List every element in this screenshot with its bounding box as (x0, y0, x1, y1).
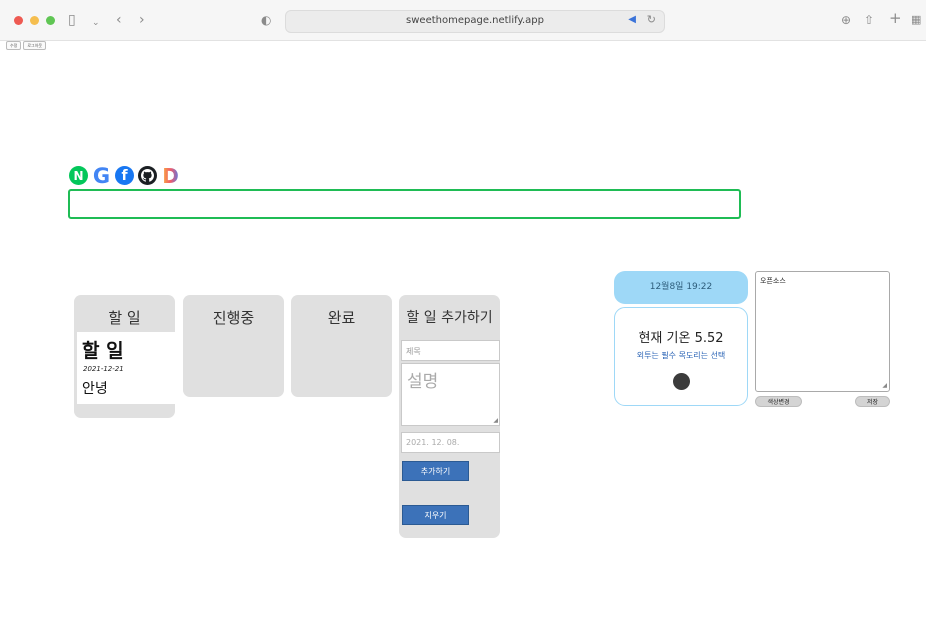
todo-column-title: 할 일 (108, 309, 141, 327)
add-todo-panel: 할 일 추가하기 제목 설명 ◢ 2021. 12. 08. 추가하기 지우기 (399, 295, 500, 538)
todo-card[interactable]: 할 일 2021-12-21 안녕 (77, 332, 175, 404)
naver-icon[interactable]: N (69, 166, 88, 185)
memo-textarea[interactable]: 오픈소스 ◢ (755, 271, 890, 392)
chevron-down-icon[interactable]: ⌄ (92, 14, 100, 32)
audio-icon[interactable]: ◀︎ (628, 14, 636, 25)
back-icon[interactable]: ‹ (116, 11, 122, 29)
resize-handle-icon[interactable]: ◢ (882, 382, 887, 389)
clear-todo-button[interactable]: 지우기 (402, 505, 469, 525)
description-placeholder: 설명 (407, 372, 439, 392)
done-column-title: 완료 (327, 309, 356, 327)
search-input[interactable] (68, 189, 741, 219)
todo-date-input[interactable]: 2021. 12. 08. (401, 432, 500, 453)
todo-title-input[interactable]: 제목 (401, 340, 500, 361)
weather-status-icon (673, 373, 690, 390)
weather-temperature: 현재 기온 5.52 (638, 331, 724, 346)
change-color-button[interactable]: 색상변경 (755, 396, 802, 407)
weather-card: 현재 기온 5.52 외투는 필수 목도리는 선택 (614, 307, 748, 406)
forward-icon[interactable]: › (139, 11, 145, 29)
todo-column: 할 일 할 일 2021-12-21 안녕 (74, 295, 175, 418)
minimize-window-button[interactable] (30, 16, 39, 25)
in-progress-column[interactable]: 진행중 (183, 295, 284, 397)
tab-overview-icon[interactable]: ▦ (911, 11, 921, 29)
privacy-shield-icon[interactable]: ◐ (261, 11, 271, 29)
todo-description-input[interactable]: 설명 ◢ (401, 363, 500, 426)
google-icon[interactable]: G (92, 164, 111, 188)
in-progress-column-title: 진행중 (212, 309, 255, 327)
new-tab-icon[interactable]: + (889, 9, 902, 27)
add-todo-button[interactable]: 추가하기 (402, 461, 469, 481)
url-text: sweethomepage.netlify.app (406, 15, 544, 26)
sidebar-toggle-icon[interactable]: ▯ (68, 11, 76, 29)
facebook-icon[interactable]: f (115, 166, 134, 185)
weather-advice: 외투는 필수 목도리는 선택 (636, 351, 726, 360)
browser-toolbar: ▯ ⌄ ‹ › ◐ sweethomepage.netlify.app ◀︎ ↻… (0, 0, 926, 41)
search-engine-logos: N G f D (69, 164, 180, 188)
address-bar[interactable]: sweethomepage.netlify.app ◀︎ ↻ (285, 10, 665, 33)
add-todo-heading: 할 일 추가하기 (406, 310, 493, 326)
close-window-button[interactable] (14, 16, 23, 25)
download-icon[interactable]: ⊕ (841, 11, 851, 29)
daum-icon[interactable]: D (161, 164, 180, 188)
edit-link[interactable]: 수정 (6, 41, 22, 50)
weather-datetime: 12월8일 19:22 (614, 271, 748, 304)
share-icon[interactable]: ⇧ (864, 11, 874, 29)
reload-icon[interactable]: ↻ (647, 13, 656, 26)
card-date: 2021-12-21 (83, 365, 124, 373)
zoom-window-button[interactable] (46, 16, 55, 25)
memo-text: 오픈소스 (760, 277, 786, 285)
done-column[interactable]: 완료 (291, 295, 392, 397)
github-icon[interactable] (138, 166, 157, 185)
save-memo-button[interactable]: 저장 (855, 396, 890, 407)
resize-handle-icon[interactable]: ◢ (493, 417, 498, 424)
card-title: 할 일 (82, 340, 124, 362)
auth-links: 수정 로그아웃 (6, 41, 47, 50)
card-description: 안녕 (82, 381, 108, 397)
logout-link[interactable]: 로그아웃 (23, 41, 47, 50)
